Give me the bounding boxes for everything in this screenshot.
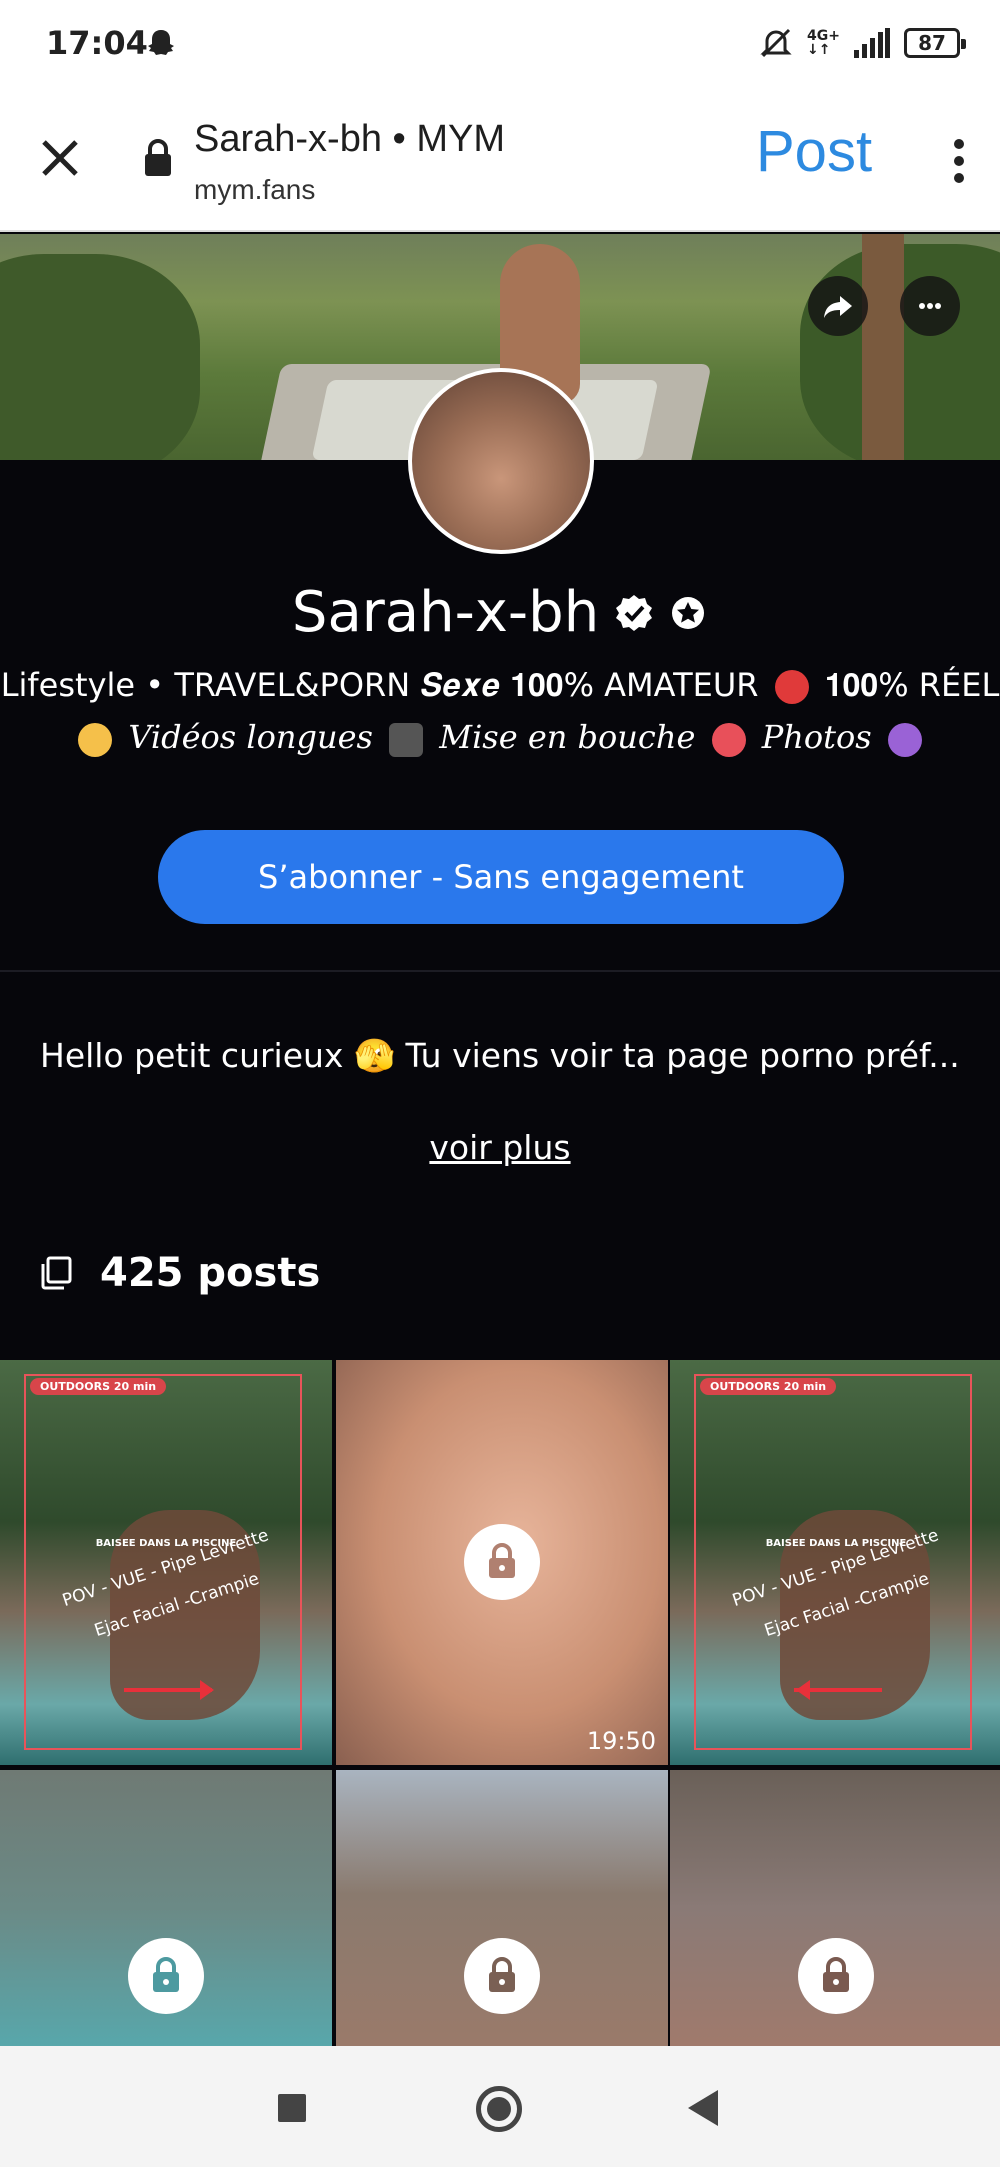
silent-icon	[760, 28, 792, 58]
network-type: 4G+ ↓↑	[807, 28, 840, 58]
video-duration: 19:50	[586, 1727, 656, 1755]
avatar[interactable]	[408, 368, 594, 554]
lock-icon	[145, 139, 171, 176]
see-more-link[interactable]: voir plus	[0, 1128, 1000, 1167]
lock-button[interactable]	[464, 1524, 540, 1600]
lock-button[interactable]	[128, 1938, 204, 2014]
more-options-icon[interactable]	[952, 138, 966, 184]
thumbnail-badge: OUTDOORS 20 min	[30, 1378, 167, 1395]
bio-line-1: Lifestyle • TRAVEL&PORN 𝑺𝒆𝒙𝒆 𝟏𝟎𝟎% AMATEU…	[0, 666, 1000, 705]
locked-video-thumbnail[interactable]: 19:50	[336, 1360, 668, 1765]
snapchat-ghost-icon	[148, 30, 174, 55]
profile-description: Hello petit curieux 🫣 Tu viens voir ta p…	[40, 1036, 960, 1075]
share-icon	[824, 296, 852, 318]
bio-text-2a: Vidéos longues	[128, 718, 373, 756]
verified-badge-icon	[615, 594, 652, 631]
post-thumbnail[interactable]: OUTDOORS 20 min BAISEE DANS LA PISCINE P…	[0, 1360, 332, 1765]
red-arrow-icon	[124, 1680, 214, 1700]
bio-text-1-tail: 𝟏𝟎𝟎% RÉEL	[824, 666, 1000, 704]
ellipsis-icon	[919, 303, 941, 309]
close-icon[interactable]	[40, 138, 80, 178]
thumbnail-title: BAISEE DANS LA PISCINE	[95, 1538, 237, 1549]
bio-line-2: Vidéos longues Mise en bouche Photos	[0, 718, 1000, 757]
posts-icon	[41, 1256, 72, 1290]
page-title: Sarah-x-bh • MYM	[194, 118, 506, 160]
cover-foliage	[0, 254, 200, 460]
posts-count: 425 posts	[100, 1250, 321, 1296]
post-thumbnail[interactable]: OUTDOORS 20 min BAISEE DANS LA PISCINE P…	[670, 1360, 1000, 1765]
cover-more-button[interactable]	[900, 276, 960, 336]
locked-post-thumbnail[interactable]	[0, 1770, 332, 2046]
divider	[0, 970, 1000, 972]
cover-post	[862, 234, 904, 460]
subscribe-button[interactable]: S’abonner - Sans engagement	[158, 830, 844, 924]
profile-name-row: Sarah-x-bh	[0, 580, 1000, 645]
thumbnail-title: BAISEE DANS LA PISCINE	[765, 1538, 907, 1549]
page-url[interactable]: mym.fans	[194, 174, 315, 206]
post-button[interactable]: Post	[756, 118, 872, 185]
devil-face-icon	[887, 722, 922, 757]
recents-button[interactable]	[278, 2094, 306, 2122]
adult-18-icon	[774, 670, 809, 704]
red-arrow-icon	[794, 1680, 882, 1700]
signal-icon	[854, 28, 890, 58]
relieved-face-icon	[78, 722, 113, 757]
lock-button[interactable]	[464, 1938, 540, 2014]
lock-icon	[489, 1957, 515, 1992]
thumbnail-badge: OUTDOORS 20 min	[700, 1378, 837, 1395]
system-nav-bar	[0, 2046, 1000, 2167]
bio-text-1: Lifestyle • TRAVEL&PORN 𝑺𝒆𝒙𝒆 𝟏𝟎𝟎% AMATEU…	[0, 666, 759, 704]
posts-count-row: 425 posts	[40, 1250, 320, 1296]
share-button[interactable]	[808, 276, 868, 336]
lock-icon	[823, 1957, 849, 1992]
browser-toolbar: Sarah-x-bh • MYM mym.fans Post	[0, 92, 1000, 232]
locked-post-thumbnail[interactable]	[670, 1770, 1000, 2046]
status-time: 17:04	[46, 24, 148, 62]
lock-icon	[489, 1543, 515, 1578]
profile-name: Sarah-x-bh	[291, 580, 600, 645]
locked-post-thumbnail[interactable]	[336, 1770, 668, 2046]
battery-icon: 87	[904, 28, 966, 58]
lock-button[interactable]	[798, 1938, 874, 2014]
bio-text-2b: Mise en bouche	[439, 718, 696, 756]
back-button[interactable]	[688, 2090, 718, 2126]
lock-icon	[153, 1957, 179, 1992]
star-badge-icon	[672, 596, 705, 629]
home-button[interactable]	[476, 2086, 522, 2132]
status-bar: 17:04 4G+ ↓↑ 87	[0, 0, 1000, 92]
bio-text-2c: Photos	[761, 718, 872, 756]
hot-face-icon	[711, 722, 746, 757]
movie-camera-icon	[389, 722, 424, 757]
